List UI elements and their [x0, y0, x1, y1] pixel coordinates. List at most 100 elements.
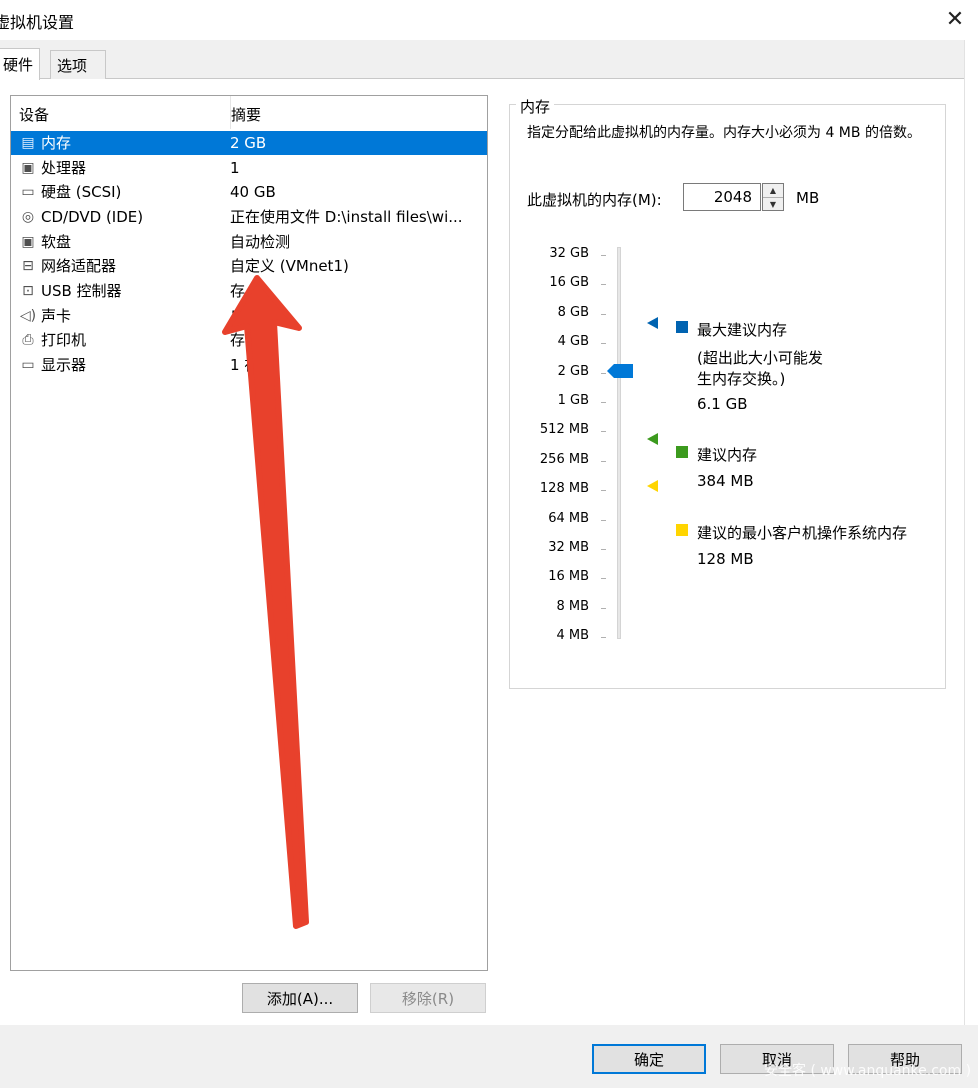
memory-scale-tick [601, 372, 606, 374]
recommended-memory-marker-icon [647, 433, 658, 445]
device-summary: 自定义 (VMnet1) [230, 257, 349, 275]
memory-scale-label: 128 MB [539, 481, 589, 497]
memory-scale-label: 8 MB [556, 598, 589, 614]
device-row-monitor[interactable]: ▭ 显示器 1 视器 [11, 353, 487, 377]
close-icon[interactable]: ✕ [940, 4, 970, 34]
max-memory-value: 6.1 GB [697, 395, 748, 413]
ok-button[interactable]: 确定 [592, 1044, 706, 1074]
memory-group-title: 内存 [516, 96, 555, 117]
device-name: 显示器 [41, 356, 87, 374]
device-name: USB 控制器 [41, 282, 122, 300]
sound-icon: ◁) [19, 308, 37, 324]
memory-input[interactable] [683, 183, 761, 211]
minimum-memory-legend-icon [676, 524, 688, 536]
column-header-summary-label: 摘要 [231, 106, 262, 124]
memory-slider-track[interactable] [617, 247, 621, 639]
memory-scale-tick [601, 637, 606, 639]
memory-scale-tick [601, 578, 606, 580]
memory-scale-label: 16 MB [548, 569, 589, 585]
spin-up-icon[interactable]: ▲ [763, 184, 783, 198]
printer-icon: ⎙ [22, 332, 34, 348]
memory-scale-tick [601, 402, 606, 403]
device-row-harddisk[interactable]: ▭ 硬盘 (SCSI) 40 GB [11, 180, 487, 204]
device-name: 内存 [41, 134, 72, 152]
memory-scale-tick [601, 519, 606, 521]
device-name: 网络适配器 [41, 257, 117, 275]
memory-input-label: 此虚拟机的内存(M): [527, 191, 662, 209]
max-memory-marker-icon [647, 317, 658, 329]
device-row-sound[interactable]: ◁) 声卡 自 测 [11, 304, 487, 328]
monitor-icon: ▭ [21, 357, 35, 373]
memory-scale-tick [601, 343, 606, 345]
memory-scale-tick [601, 313, 606, 315]
memory-slider-thumb[interactable] [607, 363, 635, 379]
device-row-usb[interactable]: ⊡ USB 控制器 存 [11, 279, 487, 303]
processor-icon: ▣ [21, 160, 35, 176]
add-button[interactable]: 添加(A)... [242, 983, 358, 1013]
device-name: 声卡 [41, 307, 72, 325]
column-header-summary[interactable]: 摘要 [230, 96, 481, 129]
recommended-memory-value: 384 MB [697, 472, 754, 490]
device-summary: 存 [230, 282, 246, 300]
tab-options-label: 选项 [57, 56, 88, 75]
max-memory-note: (超出此大小可能发生内存交换。) [697, 349, 823, 388]
memory-scale-tick [601, 549, 606, 550]
remove-button[interactable]: 移除(R) [370, 983, 486, 1013]
memory-scale-label: 4 GB [557, 334, 589, 350]
minimum-memory-marker-icon [647, 480, 658, 492]
memory-scale-label: 8 GB [557, 304, 589, 320]
memory-scale-label: 1 GB [557, 393, 589, 408]
tab-hardware-label: 硬件 [3, 56, 34, 74]
memory-scale-label: 512 MB [539, 422, 589, 438]
max-memory-title: 最大建议内存 [697, 321, 788, 339]
device-name: 打印机 [41, 331, 87, 349]
device-row-printer[interactable]: ⎙ 打印机 存 [11, 328, 487, 352]
memory-spinner[interactable]: ▲ ▼ [762, 183, 784, 211]
device-summary: 2 GB [230, 134, 267, 152]
tab-hardware[interactable]: 硬件 [0, 48, 41, 80]
device-name: 硬盘 (SCSI) [41, 183, 122, 201]
memory-scale-tick [601, 431, 606, 433]
memory-scale-tick [601, 460, 606, 462]
minimum-memory-title: 建议的最小客户机操作系统内存 [697, 524, 908, 542]
memory-scale-tick [601, 284, 606, 286]
memory-scale-label: 32 MB [548, 540, 589, 555]
memory-scale-label: 4 MB [556, 628, 589, 644]
network-adapter-icon: ⊟ [22, 258, 34, 274]
memory-scale-label: 32 GB [549, 246, 589, 261]
memory-scale-label: 16 GB [549, 275, 589, 291]
device-row-processor[interactable]: ▣ 处理器 1 [11, 156, 487, 180]
memory-scale-label: 2 GB [557, 363, 589, 379]
max-memory-legend-icon [676, 321, 688, 333]
memory-unit: MB [796, 189, 820, 207]
column-header-device[interactable]: 设备 [19, 96, 219, 129]
memory-scale-tick [601, 607, 606, 609]
tab-options[interactable]: 选项 [50, 50, 106, 79]
watermark: 安全客 ( www.anquanke.com ) [764, 1063, 972, 1079]
window-edge [964, 40, 978, 1025]
device-name: CD/DVD (IDE) [41, 208, 144, 226]
cd-dvd-icon: ◎ [21, 209, 35, 225]
title-bar [0, 0, 978, 40]
device-summary: 正在使用文件 D:\install files\wi... [230, 208, 463, 226]
device-summary: 存 [230, 331, 246, 349]
device-summary: 40 GB [230, 183, 276, 201]
recommended-memory-title: 建议内存 [697, 446, 758, 464]
device-name: 软盘 [41, 233, 72, 251]
memory-scale-label: 256 MB [539, 451, 589, 467]
device-summary: 自动检测 [230, 233, 291, 251]
memory-description: 指定分配给此虚拟机的内存量。内存大小必须为 4 MB 的倍数。 [527, 125, 921, 141]
memory-scale-tick [601, 255, 606, 256]
device-name: 处理器 [41, 159, 87, 177]
device-row-floppy[interactable]: ▣ 软盘 自动检测 [11, 230, 487, 254]
window-title: 虚拟机设置 [0, 13, 75, 32]
spin-down-icon[interactable]: ▼ [763, 198, 783, 211]
recommended-memory-legend-icon [676, 446, 688, 458]
device-list[interactable]: 设备 摘要 ▤ 内存 2 GB ▣ 处理器 1 ▭ 硬盘 (SCSI) 40 G… [10, 95, 488, 971]
memory-icon: ▤ [21, 135, 35, 151]
device-row-network-adapter[interactable]: ⊟ 网络适配器 自定义 (VMnet1) [11, 254, 487, 278]
memory-scale-tick [601, 490, 606, 492]
harddisk-icon: ▭ [21, 184, 35, 200]
device-row-cd-dvd[interactable]: ◎ CD/DVD (IDE) 正在使用文件 D:\install files\w… [11, 205, 487, 229]
device-row-memory[interactable]: ▤ 内存 2 GB [11, 131, 487, 155]
